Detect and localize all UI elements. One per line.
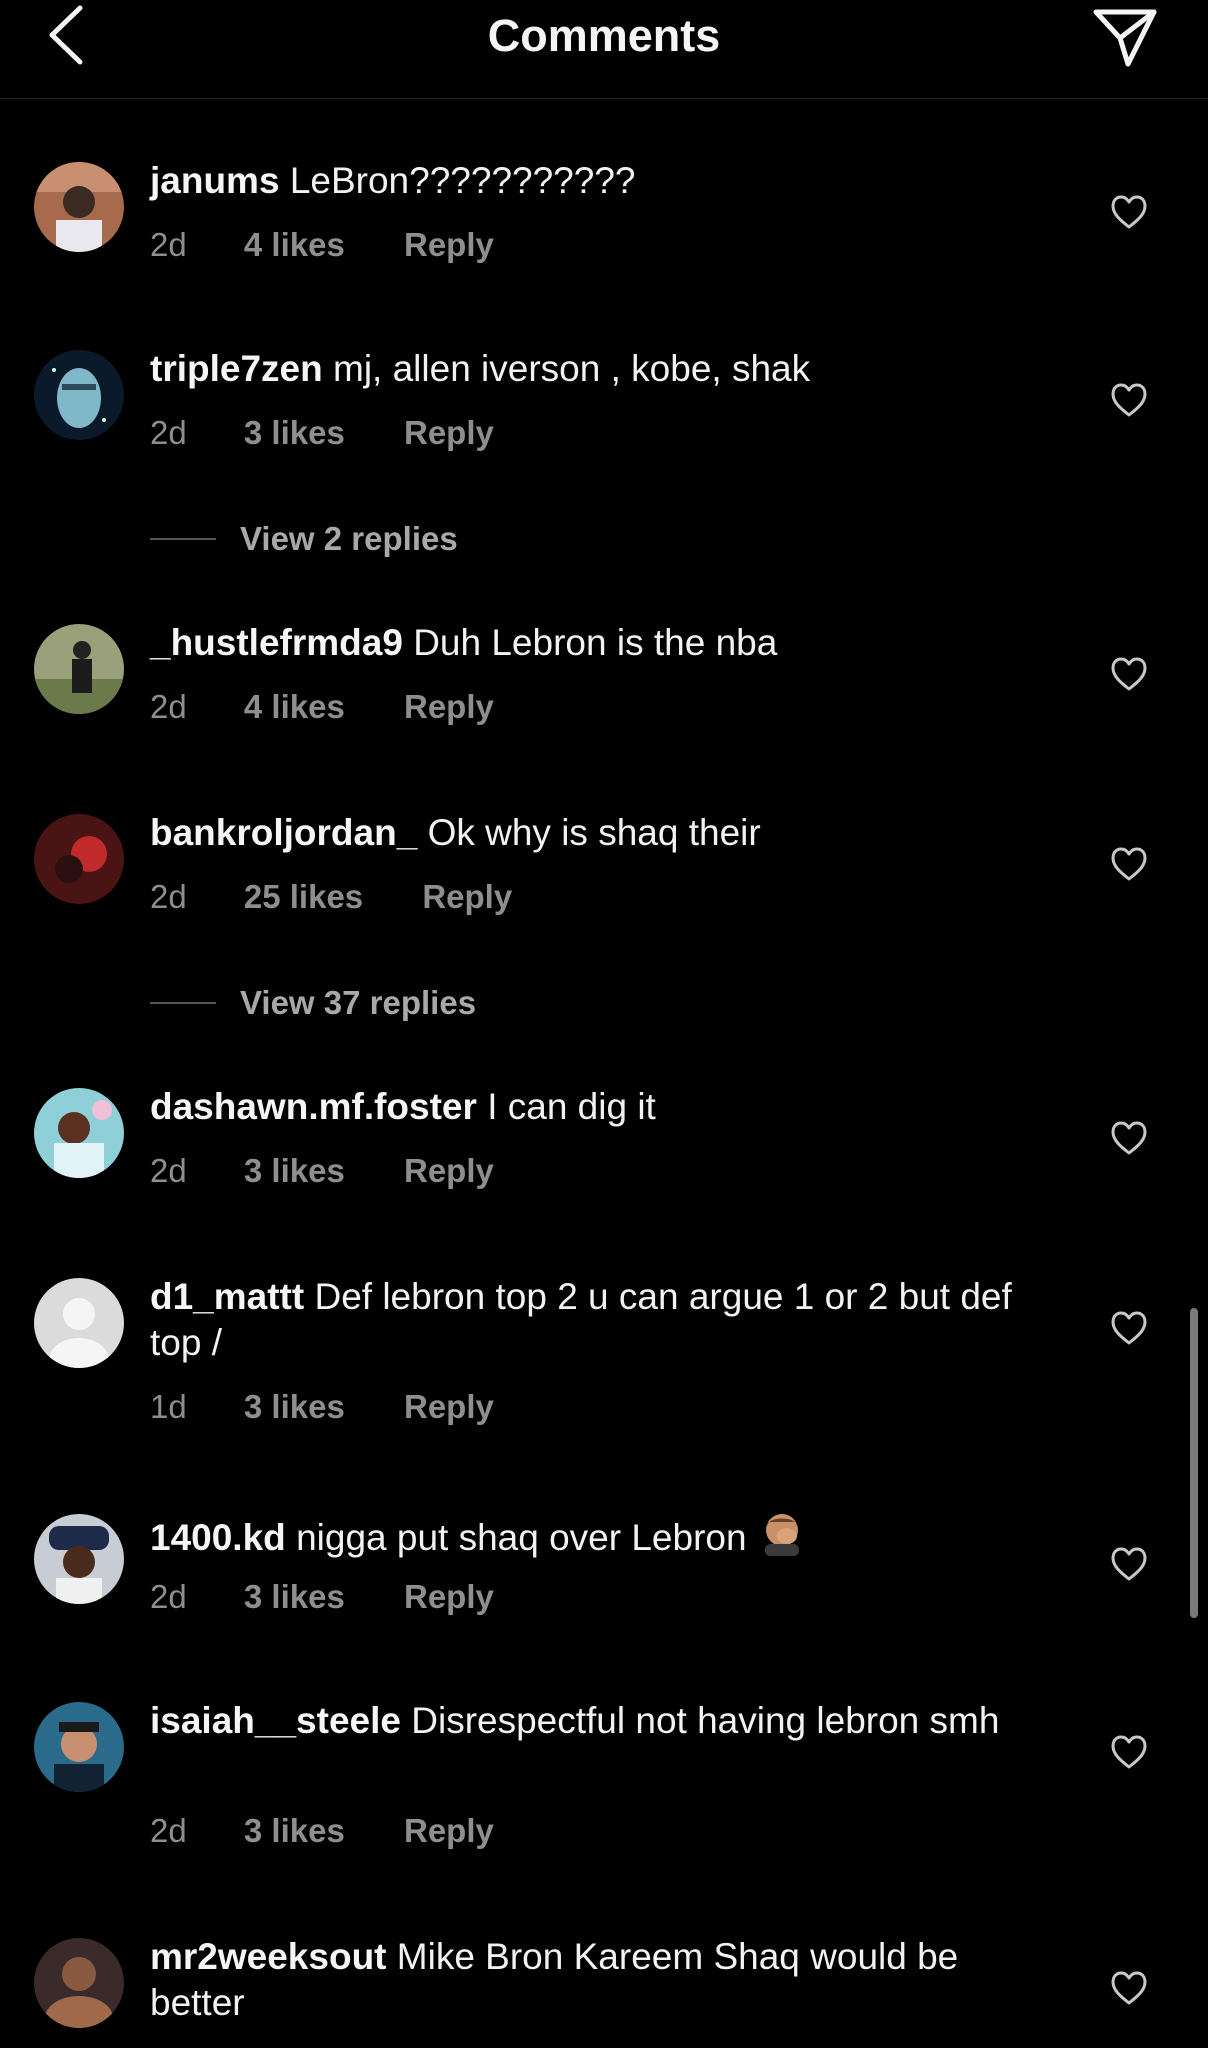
comment-likes[interactable]: 25 likes: [244, 878, 363, 916]
comment-username[interactable]: d1_mattt: [150, 1276, 304, 1317]
reply-button[interactable]: Reply: [404, 226, 494, 264]
comment-meta: 2d 4 likes Reply: [150, 688, 494, 726]
comment-likes[interactable]: 4 likes: [244, 688, 345, 726]
comment-meta: 2d 3 likes Reply: [150, 1812, 494, 1850]
comment-likes[interactable]: 3 likes: [244, 1388, 345, 1426]
comment-text: janums LeBron???????????: [150, 158, 1050, 204]
heart-outline-icon[interactable]: [1110, 1310, 1148, 1346]
avatar[interactable]: [34, 350, 124, 440]
reply-button[interactable]: Reply: [404, 688, 494, 726]
comment-text: 1400.kd nigga put shaq over Lebron: [150, 1510, 1050, 1561]
heart-outline-icon[interactable]: [1110, 1970, 1148, 2006]
comment-text: d1_mattt Def lebron top 2 u can argue 1 …: [150, 1274, 1050, 1366]
comment-likes[interactable]: 3 likes: [244, 1152, 345, 1190]
avatar[interactable]: [34, 814, 124, 904]
avatar[interactable]: [34, 624, 124, 714]
comment-time: 2d: [150, 1578, 187, 1615]
heart-outline-icon[interactable]: [1110, 1734, 1148, 1770]
reply-button[interactable]: Reply: [404, 1812, 494, 1850]
comment-body: nigga put shaq over Lebron: [296, 1517, 747, 1558]
comment-text: isaiah__steele Disrespectful not having …: [150, 1698, 1050, 1744]
comment-likes[interactable]: 3 likes: [244, 1812, 345, 1850]
comment-time: 2d: [150, 878, 187, 915]
comment-username[interactable]: 1400.kd: [150, 1517, 286, 1558]
comment-meta: 2d 3 likes Reply: [150, 1578, 494, 1616]
comment-body: mj, allen iverson , kobe, shak: [333, 348, 811, 389]
view-replies-label: View 37 replies: [240, 984, 477, 1021]
replies-divider: [150, 1002, 216, 1004]
comment-username[interactable]: triple7zen: [150, 348, 323, 389]
comment-meta: 2d 3 likes Reply: [150, 1152, 494, 1190]
reply-button[interactable]: Reply: [404, 1578, 494, 1616]
comment-time: 1d: [150, 1388, 187, 1425]
reply-button[interactable]: Reply: [404, 1388, 494, 1426]
comment-body: Disrespectful not having lebron smh: [411, 1700, 1000, 1741]
comment-meta: 1d 3 likes Reply: [150, 1388, 494, 1426]
heart-outline-icon[interactable]: [1110, 194, 1148, 230]
paper-plane-icon: [1093, 9, 1157, 67]
avatar[interactable]: [34, 1938, 124, 2028]
comments-header: Comments: [0, 0, 1208, 99]
comment-time: 2d: [150, 688, 187, 725]
comment-username[interactable]: dashawn.mf.foster: [150, 1086, 477, 1127]
comment-likes[interactable]: 3 likes: [244, 1578, 345, 1616]
share-button[interactable]: [1092, 4, 1158, 70]
comment-time: 2d: [150, 1812, 187, 1849]
view-replies-label: View 2 replies: [240, 520, 458, 557]
comment-text: mr2weeksout Mike Bron Kareem Shaq would …: [150, 1934, 1050, 2026]
page-title: Comments: [487, 10, 721, 61]
comment-time: 2d: [150, 414, 187, 451]
face-palm-emoji: [764, 1514, 799, 1556]
comment-text: _hustlefrmda9 Duh Lebron is the nba: [150, 620, 1050, 666]
reply-button[interactable]: Reply: [404, 414, 494, 452]
comment-time: 2d: [150, 226, 187, 263]
comment-likes[interactable]: 4 likes: [244, 226, 345, 264]
avatar[interactable]: [34, 1514, 124, 1604]
replies-divider: [150, 538, 216, 540]
heart-outline-icon[interactable]: [1110, 1120, 1148, 1156]
heart-outline-icon[interactable]: [1110, 846, 1148, 882]
heart-outline-icon[interactable]: [1110, 656, 1148, 692]
heart-outline-icon[interactable]: [1110, 1546, 1148, 1582]
reply-button[interactable]: Reply: [404, 1152, 494, 1190]
comment-time: 2d: [150, 1152, 187, 1189]
comment-likes[interactable]: 3 likes: [244, 414, 345, 452]
comment-body: Ok why is shaq their: [427, 812, 761, 853]
comment-body: Duh Lebron is the nba: [413, 622, 778, 663]
reply-button[interactable]: Reply: [422, 878, 512, 916]
comment-body: I can dig it: [487, 1086, 656, 1127]
avatar[interactable]: [34, 1088, 124, 1178]
avatar[interactable]: [34, 1278, 124, 1368]
comment-meta: 2d 25 likes Reply: [150, 878, 512, 916]
comment-username[interactable]: isaiah__steele: [150, 1700, 401, 1741]
comment-meta: 2d 3 likes Reply: [150, 414, 494, 452]
comment-text: dashawn.mf.foster I can dig it: [150, 1084, 1050, 1130]
comment-meta: 2d 4 likes Reply: [150, 226, 494, 264]
comment-text: triple7zen mj, allen iverson , kobe, sha…: [150, 346, 1050, 392]
comment-username[interactable]: bankroljordan_: [150, 812, 417, 853]
avatar[interactable]: [34, 1702, 124, 1792]
comment-username[interactable]: mr2weeksout: [150, 1936, 387, 1977]
heart-outline-icon[interactable]: [1110, 382, 1148, 418]
scrollbar[interactable]: [1190, 1308, 1198, 1618]
avatar[interactable]: [34, 162, 124, 252]
comment-text: bankroljordan_ Ok why is shaq their: [150, 810, 1050, 856]
comment-body: LeBron???????????: [289, 160, 636, 201]
comment-username[interactable]: janums: [150, 160, 280, 201]
comment-username[interactable]: _hustlefrmda9: [150, 622, 403, 663]
